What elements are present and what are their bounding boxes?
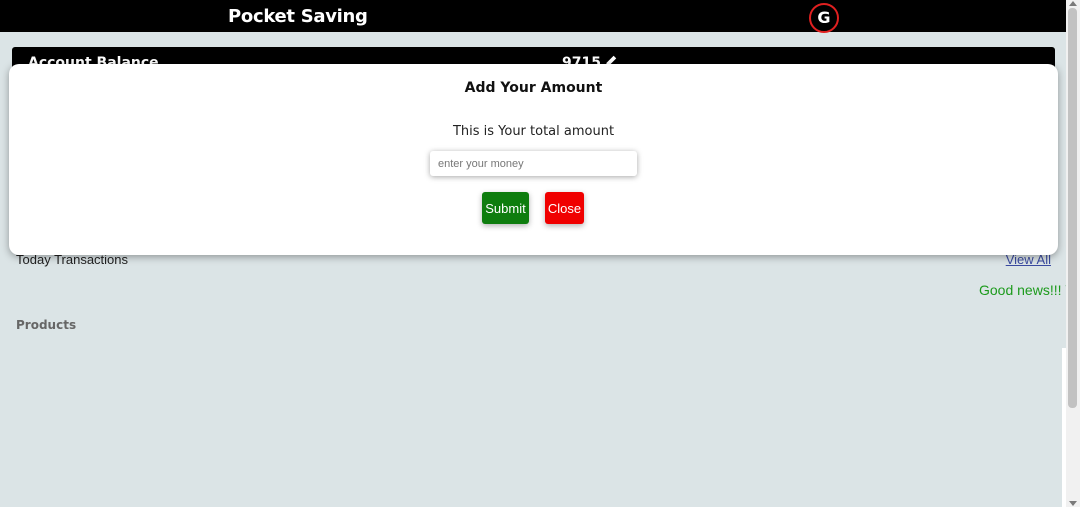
close-button[interactable]: Close xyxy=(545,192,584,224)
scroll-thumb[interactable] xyxy=(1068,8,1077,408)
scroll-up-arrow-icon[interactable] xyxy=(1069,1,1077,6)
brand-title[interactable]: Pocket Saving xyxy=(228,6,368,27)
modal-subtitle: This is Your total amount xyxy=(452,124,615,139)
vertical-scrollbar[interactable] xyxy=(1066,0,1080,507)
money-input[interactable] xyxy=(430,151,637,176)
modal-title: Add Your Amount xyxy=(464,80,603,96)
top-navbar: Pocket Saving G xyxy=(0,0,1066,33)
scroll-down-arrow-icon[interactable] xyxy=(1069,501,1077,506)
user-avatar[interactable]: G xyxy=(809,3,839,33)
add-amount-modal: Add Your Amount This is Your total amoun… xyxy=(9,64,1058,255)
news-ticker: Good news!!! Yo xyxy=(979,282,1080,298)
products-heading: Products xyxy=(16,318,77,332)
submit-button[interactable]: Submit xyxy=(482,192,529,224)
page: Pocket Saving G Account Balance 9715 Tod… xyxy=(0,0,1080,507)
